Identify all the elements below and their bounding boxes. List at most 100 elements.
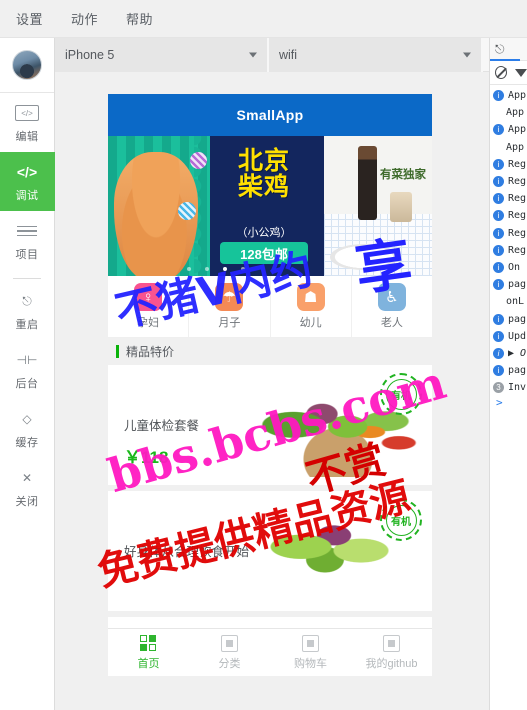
console-log-entry[interactable]: i pag: [490, 310, 527, 327]
category-grid: ♀ 孕妇 ☂ 月子 ☗ 幼儿 ♿ 老人: [108, 276, 432, 338]
sidebar-item-restart[interactable]: ⎋ 重启: [0, 281, 55, 340]
tab-home[interactable]: 首页: [108, 629, 189, 676]
console-log-entry[interactable]: i App: [490, 87, 527, 104]
avatar-container[interactable]: [0, 38, 54, 93]
console-log-text: App: [506, 107, 525, 119]
sidebar-item-background[interactable]: ⊣⊢ 后台: [0, 340, 55, 399]
sidebar-divider: [13, 278, 41, 279]
console-log-entry[interactable]: i Upd: [490, 328, 527, 345]
console-log-entry[interactable]: i Reg: [490, 207, 527, 224]
banner-secondary[interactable]: 有菜独家: [324, 136, 432, 276]
network-select[interactable]: wifi: [269, 38, 483, 72]
tab-category[interactable]: 分类: [189, 629, 270, 676]
carousel-dot-active[interactable]: [223, 267, 227, 271]
info-badge-icon: i: [493, 330, 504, 342]
console-log-entry[interactable]: i On: [490, 259, 527, 276]
console-log-entry[interactable]: i Reg: [490, 190, 527, 207]
decor-egg-blue-icon: [178, 202, 196, 220]
sidebar-item-cache[interactable]: ◇ 缓存: [0, 399, 55, 458]
avatar[interactable]: [12, 50, 42, 80]
jar-photo: [390, 192, 412, 222]
console-log-entry[interactable]: i App: [490, 121, 527, 138]
info-badge-icon: i: [493, 193, 504, 205]
console-toolbar: ⎋: [490, 38, 527, 61]
left-sidebar: </> 编辑 </> 调试 项目 ⎋ 重启 ⊣⊢ 后台 ◇ 缓存 ✕ 关闭: [0, 38, 55, 710]
console-prompt[interactable]: >: [490, 396, 527, 413]
info-badge-icon: i: [493, 90, 504, 102]
pregnant-icon: ♀: [134, 283, 163, 311]
sidebar-item-edit[interactable]: </> 编辑: [0, 93, 55, 152]
sidebar-item-debug[interactable]: </> 调试: [0, 152, 55, 211]
carousel-dots[interactable]: [108, 267, 324, 271]
page-title: SmallApp: [236, 107, 304, 123]
console-log-entry[interactable]: i Reg: [490, 173, 527, 190]
console-log-text: ▶ O: [508, 347, 527, 359]
list-lines-icon: [17, 221, 37, 241]
category-item-pregnant[interactable]: ♀ 孕妇: [108, 276, 190, 337]
organic-stamp-text: 有机: [385, 378, 417, 410]
console-log-text: Reg: [508, 193, 527, 205]
category-label: 孕妇: [137, 317, 160, 329]
carousel-dot[interactable]: [187, 267, 191, 271]
menu-settings[interactable]: 设置: [14, 7, 45, 30]
menubar: 设置 动作 帮助: [0, 0, 527, 38]
filter-funnel-icon[interactable]: [515, 68, 527, 77]
sidebar-item-close[interactable]: ✕ 关闭: [0, 458, 55, 517]
console-log-entry[interactable]: i Reg: [490, 156, 527, 173]
banner-main[interactable]: 北京 柴鸡 （小公鸡） 128包邮: [108, 136, 324, 276]
profile-chip-icon: [383, 634, 400, 652]
layers-icon: ◇: [22, 412, 32, 426]
console-log-entry[interactable]: i pag: [490, 362, 527, 379]
menu-help[interactable]: 帮助: [124, 7, 155, 30]
category-label: 老人: [380, 317, 403, 329]
inspect-cursor-icon[interactable]: ⎋: [495, 42, 505, 57]
console-log-text: Reg: [508, 227, 527, 239]
console-log-entry[interactable]: i pag: [490, 276, 527, 293]
clear-console-icon[interactable]: [495, 66, 507, 79]
product-card[interactable]: 儿童体检套餐 ￥118 有机: [108, 365, 432, 491]
menu-actions[interactable]: 动作: [69, 7, 100, 30]
product-name: 好身体从合理饮食开始: [124, 545, 250, 559]
tab-profile[interactable]: 我的github: [351, 629, 432, 676]
info-badge-icon: i: [493, 244, 504, 256]
console-log-entry[interactable]: i ▶ O: [490, 345, 527, 362]
close-x-icon: ✕: [21, 471, 33, 485]
banner-headline: 北京 柴鸡: [212, 148, 316, 201]
carousel-dot[interactable]: [205, 267, 209, 271]
category-item-infant[interactable]: ☗ 幼儿: [271, 276, 352, 337]
category-item-postpartum[interactable]: ☂ 月子: [189, 276, 271, 337]
restart-icon: ⎋: [22, 293, 32, 308]
banner-carousel[interactable]: 北京 柴鸡 （小公鸡） 128包邮 有菜独家: [108, 136, 432, 276]
banner-headline-line1: 北京: [237, 147, 290, 175]
info-badge-icon: i: [493, 227, 504, 239]
sidebar-item-label: 后台: [15, 378, 39, 390]
console-log-list[interactable]: i App App i App App i Reg i Reg i Reg i Reg i Reg i Reg i O…: [490, 85, 527, 396]
simulator-toolbar: iPhone 5 wifi: [55, 38, 489, 72]
organic-stamp-icon: 有机: [380, 499, 422, 541]
console-log-entry[interactable]: i Reg: [490, 225, 527, 242]
console-log-entry[interactable]: i Reg: [490, 242, 527, 259]
banner-subtitle: （小公鸡）: [236, 227, 292, 239]
product-card[interactable]: 好身体从合理饮食开始 有机: [108, 491, 432, 617]
tab-cart[interactable]: 购物车: [270, 629, 351, 676]
tab-label: 首页: [137, 657, 160, 670]
banner-headline-line2: 柴鸡: [237, 173, 290, 202]
console-log-entry[interactable]: App: [490, 104, 527, 121]
console-log-entry[interactable]: App: [490, 139, 527, 156]
info-badge-icon: i: [493, 347, 504, 359]
console-log-text: Reg: [508, 158, 527, 170]
sidebar-item-label: 重启: [15, 319, 39, 331]
postpartum-icon: ☂: [215, 283, 244, 311]
tab-bar: 首页 分类 购物车 我的github: [108, 628, 432, 676]
console-log-entry[interactable]: onL: [490, 293, 527, 310]
console-log-entry[interactable]: 3 Inv: [490, 379, 527, 396]
code-icon: </>: [16, 164, 38, 180]
organic-stamp-text: 有机: [385, 504, 417, 536]
carousel-dot[interactable]: [241, 267, 245, 271]
device-select[interactable]: iPhone 5: [55, 38, 269, 72]
console-log-text: pag: [508, 279, 527, 291]
network-select-value: wifi: [279, 48, 298, 62]
category-item-elderly[interactable]: ♿ 老人: [352, 276, 432, 337]
sidebar-item-project[interactable]: 项目: [0, 211, 55, 270]
info-badge-icon: i: [493, 313, 504, 325]
